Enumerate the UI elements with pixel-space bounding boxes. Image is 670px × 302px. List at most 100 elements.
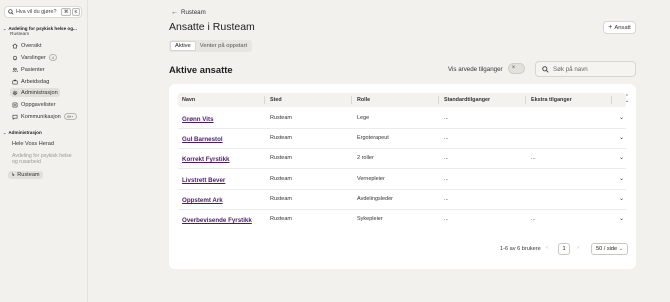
table-row[interactable]: Gul Barnestol Rusteam Ergoterapeut ... ⌄ xyxy=(178,129,626,149)
org-group-toggle[interactable]: ⌄ Avdeling for psykisk helse og... xyxy=(3,26,77,31)
sidebar-item-oppgavelister[interactable]: Oppgavelister xyxy=(10,100,58,109)
chevron-down-icon[interactable]: ⌄ xyxy=(619,195,624,202)
plus-icon: + xyxy=(608,24,613,31)
chevron-down-icon[interactable]: ⌄ xyxy=(619,215,624,222)
add-employee-button[interactable]: + Ansatt xyxy=(603,21,636,34)
page-size-select[interactable]: 50 / side ⌄ xyxy=(591,243,628,255)
tab-venter-pa-oppstart[interactable]: Venter på oppstart xyxy=(196,41,251,51)
chevron-left-icon[interactable]: ‹ xyxy=(546,245,548,251)
name-search-placeholder: Søk på navn xyxy=(553,65,588,73)
employees-card: Navn Sted Rolle Standardtilganger Ekstra… xyxy=(169,84,636,269)
table-row[interactable]: Oppstemt Ark Rusteam Avdelingsleder ... … xyxy=(178,190,626,210)
sidebar-item-arbeidsdag[interactable]: Arbeidsdag xyxy=(10,77,51,86)
employee-standard: ... xyxy=(444,135,449,141)
column-header-sted[interactable]: Sted xyxy=(270,97,282,103)
inherited-access-toggle-label: Vis arvede tilganger xyxy=(448,66,503,73)
sidebar-item-label: Varslinger xyxy=(21,54,46,61)
column-header-rolle[interactable]: Rolle xyxy=(357,97,370,103)
users-icon xyxy=(12,67,18,72)
arrow-left-icon: ← xyxy=(171,9,178,16)
employee-name-link[interactable]: Grønn Vits xyxy=(182,116,214,123)
sort-icon[interactable]: ⌃ ⌄ xyxy=(624,95,630,104)
employee-name-link[interactable]: Gul Barnestol xyxy=(182,136,223,143)
employee-standard: ... xyxy=(444,155,449,161)
notification-count-badge: 4 xyxy=(48,54,58,61)
pagination-current-page[interactable]: 1 xyxy=(558,243,570,255)
employee-name-link[interactable]: Livstrett Bever xyxy=(182,177,225,184)
employee-rolle: Lege xyxy=(357,115,370,121)
search-icon xyxy=(8,9,14,15)
column-divider xyxy=(438,96,439,104)
org-group-title: Avdeling for psykisk helse og... xyxy=(8,26,77,31)
admin-unit-rusteam[interactable]: ↳ Rusteam xyxy=(8,171,43,179)
column-divider xyxy=(351,96,352,104)
employee-rolle: Sykepleier xyxy=(357,216,383,222)
chevron-down-icon[interactable]: ⌄ xyxy=(619,134,624,141)
employee-name-link[interactable]: Overbevisende Fyrstikk xyxy=(182,217,252,224)
employee-rolle: Avdelingsleder xyxy=(357,196,393,202)
chevron-down-icon[interactable]: ⌄ xyxy=(619,154,624,161)
page-size-value: 50 / side xyxy=(596,246,618,252)
employee-standard: ... xyxy=(444,176,449,182)
sidebar-item-label: Oversikt xyxy=(21,42,42,49)
chevron-right-icon[interactable]: › xyxy=(577,245,579,251)
employee-standard: ... xyxy=(444,196,449,202)
chevron-down-icon[interactable]: ⌄ xyxy=(619,175,624,182)
table-row[interactable]: Livstrett Bever Rusteam Vernepleier ... … xyxy=(178,170,626,190)
add-employee-label: Ansatt xyxy=(614,24,631,31)
employee-name-link[interactable]: Oppstemt Ark xyxy=(182,197,223,204)
sidebar-item-label: Kommunikasjon xyxy=(21,113,61,120)
admin-unit-avdeling[interactable]: Avdeling for psykisk helse og rusarbeid xyxy=(12,153,78,166)
admin-group-toggle[interactable]: ⌄ Administrasjon xyxy=(3,130,42,135)
tab-aktive[interactable]: Aktive xyxy=(170,41,196,51)
column-divider xyxy=(611,96,612,104)
employee-standard: ... xyxy=(444,216,449,222)
chevron-down-icon[interactable]: ⌄ xyxy=(619,114,624,121)
employee-sted: Rusteam xyxy=(270,135,293,141)
employee-sted: Rusteam xyxy=(270,155,293,161)
search-icon xyxy=(542,65,549,73)
chevron-down-icon: ⌄ xyxy=(3,26,7,31)
table-row[interactable]: Grønn Vits Rusteam Lege ... ⌄ xyxy=(178,109,626,129)
sidebar-item-pasienter[interactable]: Pasienter xyxy=(10,65,47,74)
chat-icon xyxy=(12,114,18,120)
arrow-return-icon: ↳ xyxy=(11,172,16,178)
sidebar-item-label: Pasienter xyxy=(21,66,45,73)
admin-group-title: Administrasjon xyxy=(8,130,42,135)
org-group-subtitle: Rusteam xyxy=(10,32,30,37)
column-divider xyxy=(264,96,265,104)
list-icon xyxy=(12,102,18,107)
sidebar-item-administrasjon[interactable]: Administrasjon xyxy=(10,88,60,97)
briefcase-icon xyxy=(12,79,18,84)
sidebar-item-kommunikasjon[interactable]: Kommunikasjon 99+ xyxy=(10,112,79,121)
command-search-placeholder: Hva vil du gjøre? xyxy=(16,9,57,15)
employee-ekstra: ... xyxy=(531,216,536,222)
employee-sted: Rusteam xyxy=(270,176,293,182)
chevron-down-icon: ⌄ xyxy=(3,130,7,135)
table-row[interactable]: Overbevisende Fyrstikk Rusteam Sykepleie… xyxy=(178,210,626,230)
sidebar-item-varslinger[interactable]: Varslinger 4 xyxy=(10,53,59,62)
employee-sted: Rusteam xyxy=(270,196,293,202)
sidebar-item-oversikt[interactable]: Oversikt xyxy=(10,41,44,50)
table-row[interactable]: Korrekt Fyrstikk Rusteam 2 roller ... ..… xyxy=(178,149,626,169)
column-divider xyxy=(525,96,526,104)
sidebar-item-label: Arbeidsdag xyxy=(21,78,50,85)
employee-name-link[interactable]: Korrekt Fyrstikk xyxy=(182,156,229,163)
column-header-navn[interactable]: Navn xyxy=(182,97,195,103)
table-header: Navn Sted Rolle Standardtilganger Ekstra… xyxy=(178,93,629,107)
close-icon: × xyxy=(511,65,516,71)
name-search-input[interactable]: Søk på navn xyxy=(535,61,636,77)
chevron-down-icon: ⌄ xyxy=(618,246,623,252)
employee-standard: ... xyxy=(444,115,449,121)
admin-unit-hele-voss-herad[interactable]: Hele Voss Herad xyxy=(12,141,54,147)
back-link[interactable]: ← Rusteam xyxy=(171,9,206,16)
inherited-access-toggle[interactable]: × xyxy=(508,63,525,74)
message-count-badge: 99+ xyxy=(63,113,77,120)
employee-sted: Rusteam xyxy=(270,216,293,222)
employee-sted: Rusteam xyxy=(270,115,293,121)
back-link-label: Rusteam xyxy=(181,9,206,16)
command-search[interactable]: Hva vil du gjøre? ⌘ K xyxy=(4,6,82,18)
column-header-ekstra-tilganger[interactable]: Ekstra tilganger xyxy=(531,97,572,103)
admin-unit-label: Rusteam xyxy=(17,172,40,178)
column-header-standardtilganger[interactable]: Standardtilganger xyxy=(444,97,490,103)
